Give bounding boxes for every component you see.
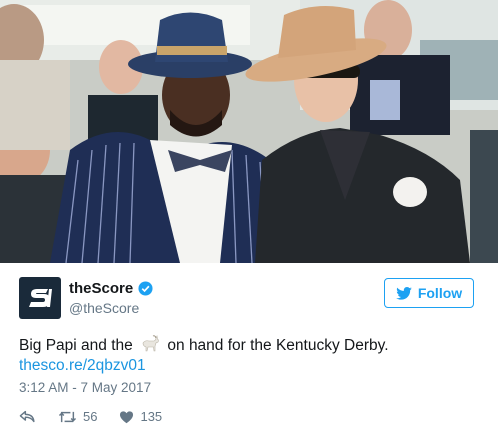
tweet-text: Big Papi and the on hand for the Kentuck…: [19, 335, 389, 355]
heart-icon: [120, 410, 134, 423]
retweet-button[interactable]: 56: [58, 409, 97, 424]
goat-emoji-icon: [142, 335, 159, 352]
thescore-logo-mark: [29, 289, 52, 307]
retweet-icon: [58, 411, 77, 422]
like-count: 135: [140, 409, 163, 424]
reply-button[interactable]: [19, 409, 36, 424]
display-name[interactable]: theScore: [69, 280, 153, 297]
tweet-text-after: on hand for the Kentucky Derby.: [167, 337, 389, 354]
reply-icon: [19, 410, 35, 423]
display-name-text[interactable]: theScore: [69, 280, 133, 297]
follow-label: Follow: [417, 285, 463, 301]
retweet-count: 56: [83, 409, 98, 424]
tweet-actions: 56 135: [19, 409, 162, 424]
verified-icon: [138, 281, 153, 296]
tweet-text-before: Big Papi and the: [19, 337, 133, 354]
thescore-logo[interactable]: [19, 277, 61, 319]
twitter-bird-icon: [396, 286, 412, 300]
follow-button[interactable]: Follow: [384, 278, 474, 308]
user-handle[interactable]: @theScore: [69, 300, 139, 316]
like-button[interactable]: 135: [119, 409, 162, 424]
tweet-photo[interactable]: [0, 0, 498, 263]
tweet-link[interactable]: thesco.re/2qbzv01: [19, 357, 146, 375]
tweet-timestamp[interactable]: 3:12 AM - 7 May 2017: [19, 380, 151, 395]
